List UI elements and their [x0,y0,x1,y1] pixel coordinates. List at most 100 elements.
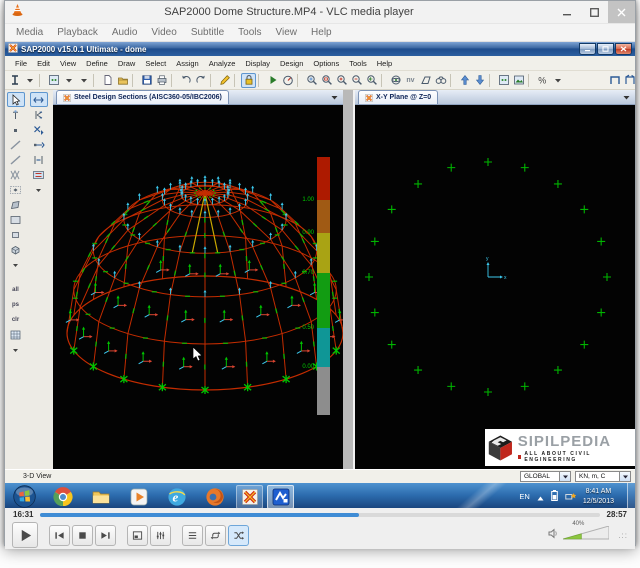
sap-close-button[interactable] [615,43,632,55]
select-more-dropdown[interactable] [7,342,25,357]
shuffle-button[interactable] [228,524,249,546]
quick-draw-frame-button[interactable] [622,73,635,88]
sap-menu-help[interactable]: Help [372,59,397,68]
run-speed-button[interactable] [280,73,295,88]
battery-icon[interactable] [551,488,558,506]
new-model-button[interactable] [100,73,115,88]
close-button[interactable] [608,1,635,23]
viewport-3d-canvas[interactable]: 1.00 0.90 0.70 0.50 0.00 [53,105,343,469]
vlc-menu-playback[interactable]: Playback [50,27,105,38]
taskbar-firefox-icon[interactable] [201,485,228,509]
quick-draw-secondary-beams-button[interactable] [7,182,25,197]
sap-minimize-button[interactable] [579,43,596,55]
sap-menu-design[interactable]: Design [275,59,308,68]
draw-solid-button[interactable] [7,242,25,257]
named-view-button[interactable]: nv [403,73,418,88]
perspective-toggle-button[interactable] [418,73,433,88]
quick-draw-area-button[interactable] [7,227,25,242]
draw-frame-button[interactable] [7,137,25,152]
quick-grid-button[interactable] [46,73,61,88]
sap-menu-options[interactable]: Options [308,59,344,68]
refresh-window-button[interactable] [217,73,232,88]
show-desktop-button[interactable] [627,483,635,508]
grid-dropdown[interactable] [61,73,76,88]
coord-system-dropdown[interactable]: GLOBAL [520,471,571,482]
zoom-in-button[interactable] [334,73,349,88]
sap-menu-select[interactable]: Select [140,59,171,68]
undo-button[interactable] [178,73,193,88]
select-pointer-button[interactable] [6,92,25,107]
network-alert-icon[interactable] [565,488,577,506]
zoom-out-button[interactable] [349,73,364,88]
toggle-video-button[interactable] [127,524,148,546]
video-display-area[interactable]: SAP2000 v15.0.1 Ultimate - dome File Edit… [5,42,635,508]
tab-xy-plane[interactable]: X-Y Plane @ Z=0 [358,90,439,104]
quick-draw-braces-button[interactable] [7,167,25,182]
taskbar-clock[interactable]: 8:41 AM 12/5/2013 [583,487,614,506]
print-button[interactable] [154,73,169,88]
assign-display-button[interactable]: % [535,73,550,88]
select-all-button[interactable]: all [7,282,25,297]
set-display-options-button[interactable] [496,73,511,88]
vlc-menu-media[interactable]: Media [9,27,50,38]
previous-button[interactable] [49,524,70,546]
sap-menu-assign[interactable]: Assign [171,59,204,68]
playlist-button[interactable] [182,524,203,546]
assign-joint-restraints-button[interactable] [29,92,48,107]
frame-section-button[interactable] [7,73,22,88]
viewport-3d-tab-dropdown[interactable] [329,93,340,102]
units-dropdown[interactable]: KN, m, C [575,471,631,482]
vlc-menu-subtitle[interactable]: Subtitle [184,27,231,38]
move-up-in-list-button[interactable] [457,73,472,88]
quick-draw-frame-button[interactable] [7,152,25,167]
previous-selection-button[interactable]: ps [7,297,25,312]
redo-button[interactable] [193,73,208,88]
sap-menu-file[interactable]: File [10,59,32,68]
viewport-splitter[interactable] [343,90,355,469]
assign-frame-section-button[interactable] [30,167,48,182]
sap-maximize-button[interactable] [597,43,614,55]
frame-section-dropdown[interactable] [22,73,37,88]
vlc-menu-tools[interactable]: Tools [231,27,268,38]
assign-frame-fixity-button[interactable] [30,137,48,152]
viewport-plan-tab-dropdown[interactable] [621,93,632,102]
draw-frame-element-button[interactable] [607,73,622,88]
resize-grip[interactable]: .:: [618,531,628,540]
vlc-menu-audio[interactable]: Audio [105,27,145,38]
sap-menu-view[interactable]: View [55,59,81,68]
assign-frame-no-releases-button[interactable] [30,122,48,137]
clear-selection-button[interactable]: clr [7,312,25,327]
viewport-plan-canvas[interactable]: xy SIPILPEDIA ALL ABOUT CIVIL ENGINEERIN… [355,105,635,469]
vlc-menu-video[interactable]: Video [144,27,183,38]
lock-model-button[interactable] [241,72,256,88]
previous-zoom-button[interactable] [364,73,379,88]
extended-settings-button[interactable] [150,524,171,546]
sap-menu-define[interactable]: Define [81,59,113,68]
play-button[interactable] [12,522,38,548]
sap-menu-draw[interactable]: Draw [113,59,141,68]
tab-steel-design-sections[interactable]: Steel Design Sections (AISC360-05/IBC200… [56,90,229,104]
taskbar-internet-explorer-icon[interactable]: e [163,485,190,509]
sap-menu-analyze[interactable]: Analyze [204,59,241,68]
rotate-3d-view-button[interactable] [388,73,403,88]
draw-poly-area-button[interactable] [7,197,25,212]
object-display-button[interactable] [511,73,526,88]
draw-more-dropdown[interactable] [7,257,25,272]
maximize-button[interactable] [581,1,608,23]
draw-rectangular-area-button[interactable] [7,212,25,227]
move-down-in-list-button[interactable] [472,73,487,88]
save-model-button[interactable] [139,73,154,88]
taskbar-chrome-icon[interactable] [49,485,76,509]
object-shrink-toggle-button[interactable] [433,73,448,88]
sap-menu-tools[interactable]: Tools [344,59,372,68]
assign-frame-releases-button[interactable] [30,107,48,122]
loop-button[interactable] [205,524,226,546]
taskbar-sap2000-icon[interactable] [236,484,263,508]
taskbar-media-player-icon[interactable] [125,485,152,509]
stop-button[interactable] [72,524,93,546]
intersecting-line-select-button[interactable] [7,327,25,342]
volume-slider[interactable] [563,524,610,545]
taskbar-recorder-icon[interactable] [267,484,294,508]
start-button[interactable] [11,485,38,509]
open-model-button[interactable] [115,73,130,88]
